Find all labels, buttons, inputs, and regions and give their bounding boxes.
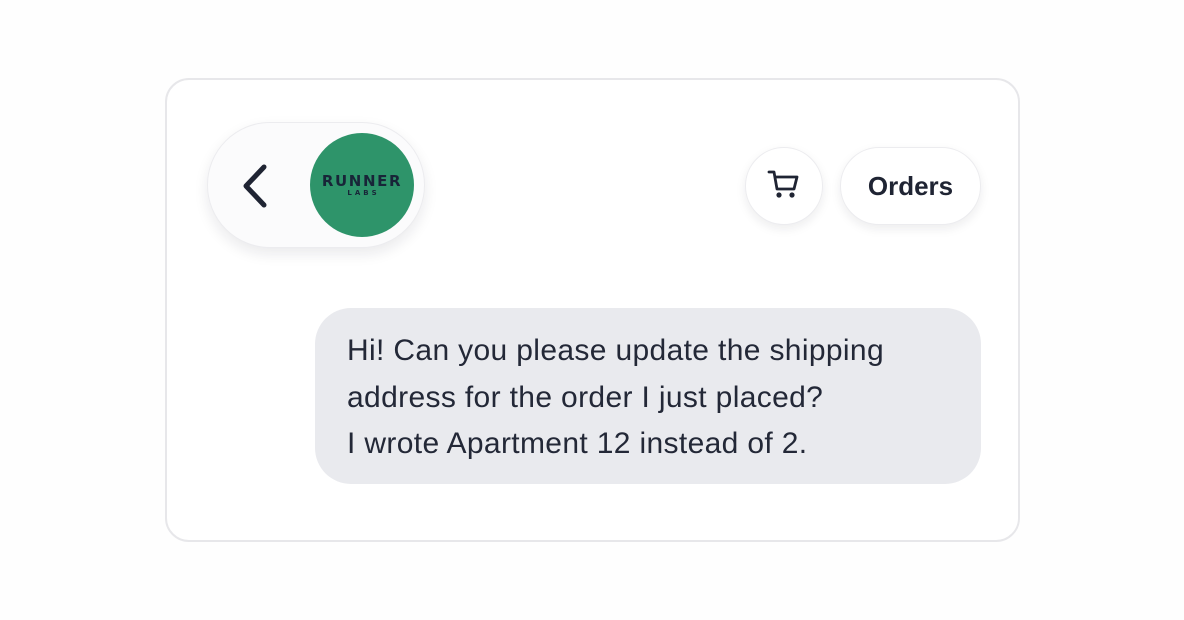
message-line: I wrote Apartment 12 instead of 2. <box>347 427 808 460</box>
shopping-cart-icon <box>767 168 801 205</box>
header-brand-pill: RUNNER LABS <box>207 122 425 248</box>
chevron-left-icon[interactable] <box>238 162 274 210</box>
message-bubble: Hi! Can you please update the shipping a… <box>315 308 981 484</box>
message-line: address for the order I just placed? <box>347 380 824 414</box>
brand-logo-sub-text: LABS <box>347 188 380 197</box>
brand-logo[interactable]: RUNNER LABS <box>310 133 414 237</box>
cart-button[interactable] <box>745 147 823 225</box>
chat-card: RUNNER LABS Orders Hi! Can you please up… <box>165 78 1020 542</box>
brand-logo-main-text: RUNNER <box>321 171 403 190</box>
message-line: Hi! Can you please update the shipping <box>347 334 884 367</box>
orders-button[interactable]: Orders <box>840 147 981 225</box>
